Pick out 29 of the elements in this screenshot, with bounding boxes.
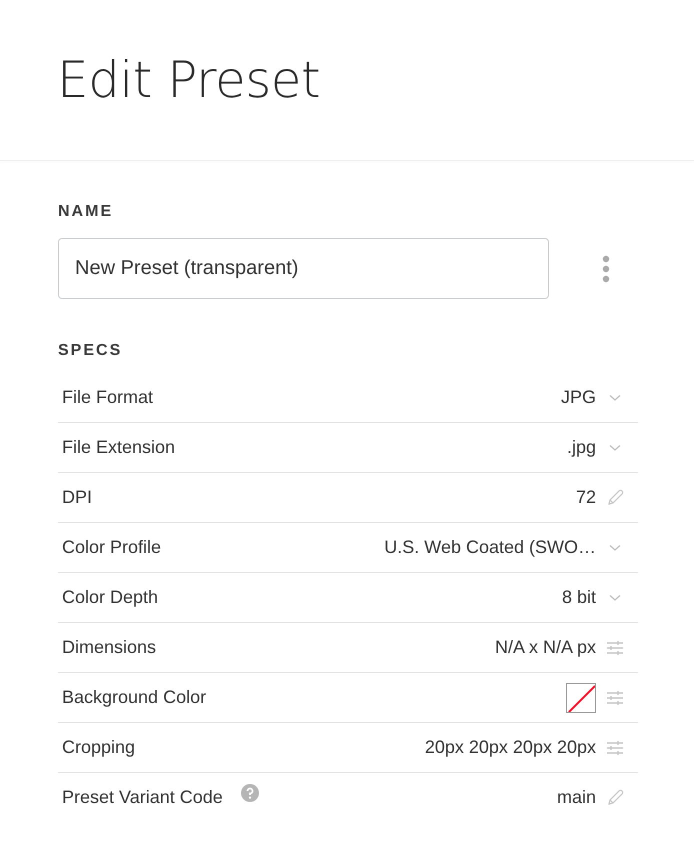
name-field[interactable]: New Preset (transparent) (58, 238, 549, 299)
help-icon[interactable] (240, 784, 259, 802)
spec-label: Preset Variant Code (62, 787, 223, 808)
spec-value: JPG (560, 387, 596, 408)
section-label: NAME (58, 203, 114, 221)
spec-value: 8 bit (562, 587, 596, 608)
spec-value: 20px 20px 20px 20px (424, 737, 596, 758)
spec-label: Background Color (62, 687, 206, 708)
section-label: SPECS (58, 342, 122, 360)
pencil-icon[interactable] (606, 488, 624, 506)
spec-value: .jpg (566, 437, 596, 458)
page-title: Edit Preset (57, 51, 320, 109)
spec-label: File Extension (62, 437, 176, 458)
sliders-icon[interactable] (606, 690, 624, 706)
spec-value: U.S. Web Coated (SWO… (384, 537, 596, 558)
spec-label: Color Profile (62, 537, 162, 558)
more-icon[interactable] (602, 254, 610, 282)
spec-value: main (556, 787, 596, 808)
spec-label: Color Depth (62, 587, 158, 608)
spec-label: DPI (62, 487, 92, 508)
sliders-icon[interactable] (606, 640, 624, 656)
pencil-icon[interactable] (606, 788, 624, 806)
spec-value: N/A x N/A px (494, 637, 596, 658)
spec-label: Cropping (62, 737, 136, 758)
spec-label: File Format (62, 387, 154, 408)
spec-value: 72 (576, 487, 596, 508)
sliders-icon[interactable] (606, 740, 624, 756)
color-swatch[interactable] (566, 682, 596, 712)
spec-label: Dimensions (62, 637, 156, 658)
